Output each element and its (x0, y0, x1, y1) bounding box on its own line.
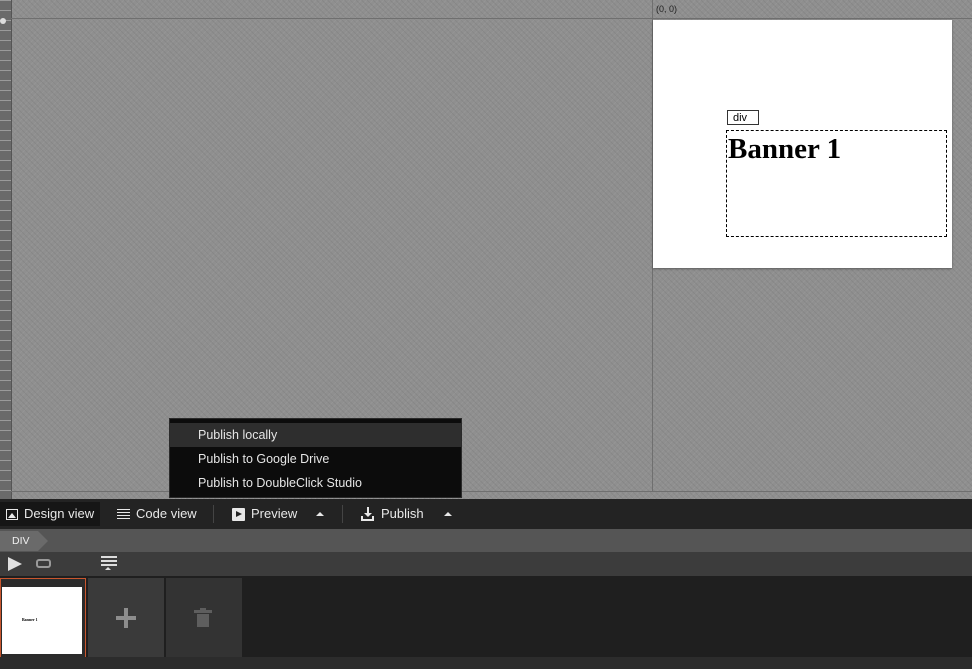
design-canvas[interactable]: (0, 0) div Banner 1 Publish locally Publ… (0, 0, 972, 499)
menu-item-publish-doubleclick[interactable]: Publish to DoubleClick Studio (170, 471, 461, 495)
selected-div-element[interactable]: Banner 1 (726, 130, 947, 237)
menu-item-publish-google-drive[interactable]: Publish to Google Drive (170, 447, 461, 471)
play-icon[interactable] (8, 557, 22, 571)
breadcrumb-item-div[interactable]: DIV (0, 531, 47, 551)
design-view-label: Design view (24, 506, 95, 521)
menu-item-publish-locally[interactable]: Publish locally (170, 423, 461, 447)
page-thumbnail[interactable]: Banner 1 (0, 578, 86, 658)
lines-icon (117, 508, 130, 520)
element-tag-label: div (727, 110, 759, 125)
page-thumbnail-text: Banner 1 (22, 617, 38, 622)
publish-options-button[interactable] (444, 502, 452, 526)
toolbar-divider (342, 505, 343, 523)
delete-page-button[interactable] (166, 578, 242, 658)
preview-label: Preview (251, 506, 298, 521)
design-view-button[interactable]: Design view (0, 502, 101, 526)
trash-icon (194, 608, 212, 627)
status-strip (0, 657, 972, 669)
preview-options-button[interactable] (316, 502, 324, 526)
image-icon (6, 508, 18, 520)
banner-heading[interactable]: Banner 1 (728, 133, 841, 166)
plus-icon (116, 608, 136, 628)
code-view-label: Code view (136, 506, 197, 521)
publish-button[interactable]: Publish (360, 502, 424, 526)
download-tray-icon (360, 507, 375, 521)
banner-stage[interactable]: div Banner 1 (653, 20, 952, 268)
ruler-marker (0, 18, 6, 24)
bottom-toolbar: Design view Code view Preview Publish (0, 499, 972, 529)
toolbar-divider (213, 505, 214, 523)
events-icon[interactable] (101, 556, 117, 570)
publish-menu: Publish locally Publish to Google Drive … (169, 418, 462, 498)
publish-label: Publish (381, 506, 424, 521)
code-view-button[interactable]: Code view (117, 502, 197, 526)
add-page-button[interactable] (88, 578, 164, 658)
horizontal-guide (11, 18, 972, 19)
pages-panel: Banner 1 (0, 576, 972, 669)
bottom-guide (11, 491, 972, 492)
caret-up-icon (444, 512, 452, 516)
vertical-ruler[interactable] (0, 0, 12, 499)
loop-icon[interactable] (36, 559, 51, 568)
page-preview: Banner 1 (2, 587, 82, 654)
play-box-icon (232, 507, 245, 521)
breadcrumb: DIV (0, 529, 972, 552)
origin-coordinates: (0, 0) (656, 4, 678, 14)
preview-button[interactable]: Preview (232, 502, 297, 526)
caret-up-icon (316, 512, 324, 516)
timeline-controls (0, 552, 972, 576)
